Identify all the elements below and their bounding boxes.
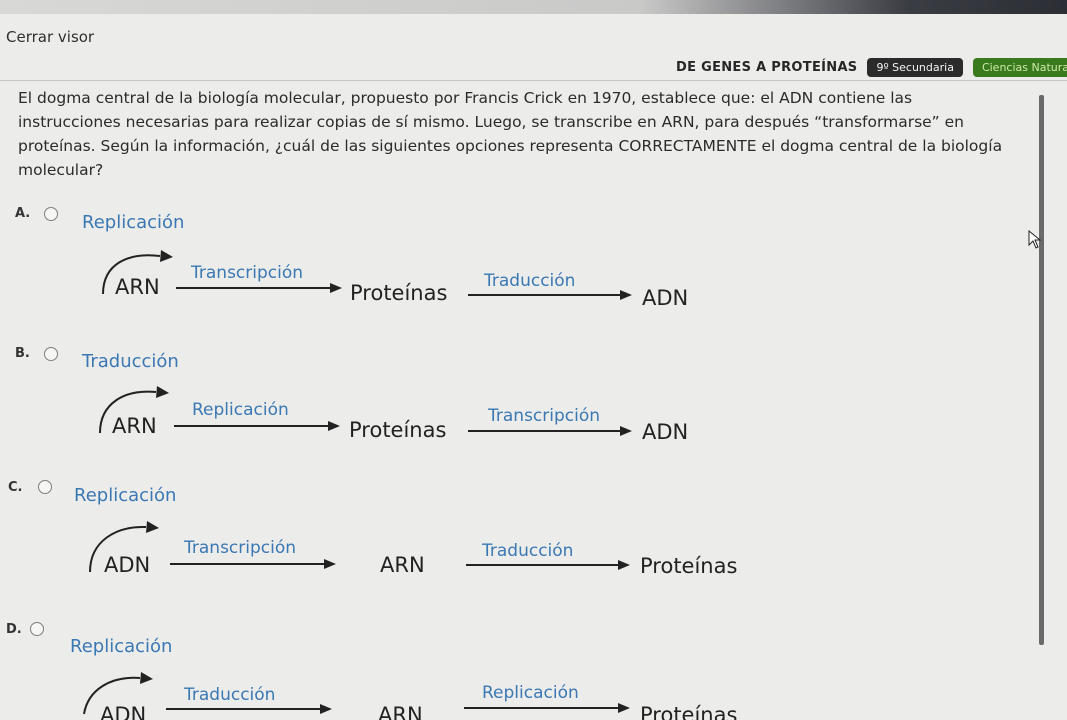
node-3: ADN	[642, 420, 688, 444]
node-3: ADN	[642, 286, 688, 310]
arrow-2-label: Traducción	[481, 541, 573, 561]
self-loop-arrowhead	[146, 521, 159, 533]
arrow-2-head	[618, 560, 630, 570]
node-2: ARN	[380, 553, 425, 577]
self-loop-arrowhead	[156, 386, 169, 398]
node-1: ARN	[112, 414, 157, 438]
option-d[interactable]: D. Replicación ADN Traducción ARN Replic…	[0, 618, 1067, 720]
arrow-2-label: Transcripción	[487, 406, 600, 426]
node-1: ARN	[115, 275, 160, 299]
node-1: ADN	[100, 703, 146, 720]
arrow-1-head	[330, 283, 342, 293]
arrow-2-head	[618, 703, 630, 713]
self-loop-arrowhead	[140, 672, 153, 684]
arrow-1-label: Traducción	[183, 685, 275, 705]
flow-diagram: ARN Transcripción Proteínas Traducción A…	[102, 250, 688, 310]
lesson-title: DE GENES A PROTEÍNAS	[676, 59, 858, 75]
arrow-1-label: Replicación	[192, 400, 289, 420]
subject-badge: Ciencias Naturales	[972, 57, 1067, 77]
arrow-2-label: Replicación	[482, 683, 579, 703]
node-2: Proteínas	[349, 418, 446, 442]
arrow-1-label: Transcripción	[183, 538, 296, 558]
vertical-scrollbar[interactable]	[1039, 95, 1044, 645]
grade-badge: 9º Secundaria	[867, 57, 963, 77]
node-2: ARN	[378, 703, 423, 720]
arrow-1-head	[324, 559, 336, 569]
header-divider	[0, 80, 1067, 81]
arrow-1-head	[328, 421, 340, 431]
flow-diagram: ARN Replicación Proteínas Transcripción …	[99, 386, 688, 444]
question-text: El dogma central de la biología molecula…	[18, 89, 1003, 179]
lesson-header: DE GENES A PROTEÍNAS 9º Secundaria Cienc…	[676, 55, 1067, 79]
node-2: Proteínas	[350, 281, 447, 305]
arrow-2-head	[620, 290, 632, 300]
arrow-2-label: Traducción	[483, 271, 575, 291]
node-3: Proteínas	[640, 554, 737, 578]
flow-diagram: ADN Traducción ARN Replicación Proteínas	[83, 672, 737, 720]
arrow-1-label: Transcripción	[190, 263, 303, 283]
arrow-1-head	[320, 704, 332, 714]
node-3: Proteínas	[640, 703, 737, 720]
node-1: ADN	[104, 553, 150, 577]
window-top-strip	[0, 0, 1067, 14]
option-b[interactable]: B. Traducción ARN Replicación Proteínas …	[0, 340, 1067, 460]
option-c[interactable]: C. Replicación ADN Transcripción ARN Tra…	[0, 476, 1067, 596]
arrow-2-head	[620, 426, 632, 436]
close-viewer-button[interactable]: Cerrar visor	[6, 28, 94, 46]
flow-diagram: ADN Transcripción ARN Traducción Proteín…	[89, 521, 737, 578]
option-a[interactable]: A. Replicación ARN Transcripción Proteín…	[0, 200, 1067, 320]
mouse-cursor-icon	[1028, 230, 1042, 249]
self-loop-arrowhead	[160, 250, 173, 262]
